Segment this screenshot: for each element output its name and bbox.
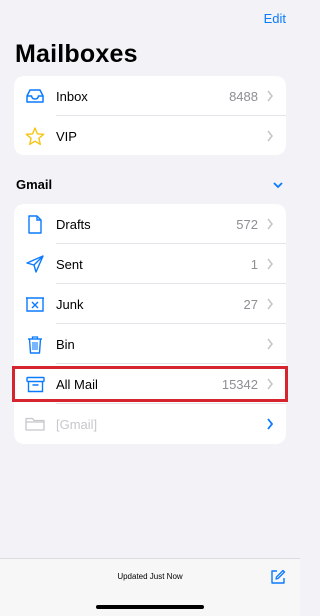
folder-icon bbox=[24, 414, 46, 434]
folder-row-bin[interactable]: Bin bbox=[14, 324, 286, 364]
page-title: Mailboxes bbox=[15, 40, 138, 68]
folder-label: Drafts bbox=[56, 216, 91, 232]
folder-label: [Gmail] bbox=[56, 416, 98, 432]
folder-label: Junk bbox=[56, 296, 84, 312]
star-icon bbox=[24, 126, 46, 146]
folder-row-sent[interactable]: Sent 1 bbox=[14, 244, 286, 284]
chevron-right-icon bbox=[267, 218, 273, 230]
folder-count: 27 bbox=[243, 296, 258, 312]
home-indicator bbox=[96, 605, 204, 609]
trash-icon bbox=[24, 334, 46, 354]
chevron-right-icon bbox=[267, 378, 273, 390]
paper-plane-icon bbox=[24, 254, 46, 274]
folder-row-junk[interactable]: Junk 27 bbox=[14, 284, 286, 324]
folder-label: All Mail bbox=[56, 376, 98, 392]
edit-button[interactable]: Edit bbox=[264, 11, 286, 26]
document-icon bbox=[24, 214, 46, 234]
chevron-right-icon bbox=[267, 90, 273, 102]
chevron-down-icon[interactable] bbox=[272, 180, 284, 190]
folder-label: Sent bbox=[56, 256, 83, 272]
gmail-folders-card: Drafts 572 Sent 1 Junk 27 Bin All Mail 1… bbox=[14, 204, 286, 444]
inbox-tray-icon bbox=[24, 86, 46, 106]
folder-count: 15342 bbox=[221, 376, 258, 392]
mailbox-row-vip[interactable]: VIP bbox=[14, 116, 286, 155]
update-status: Updated Just Now bbox=[117, 572, 183, 581]
chevron-right-icon bbox=[267, 298, 273, 310]
compose-icon[interactable] bbox=[270, 569, 286, 585]
junk-tray-icon bbox=[24, 294, 46, 314]
archive-box-icon bbox=[24, 374, 46, 394]
top-bar: Edit bbox=[0, 0, 300, 36]
chevron-right-icon bbox=[267, 258, 273, 270]
chevron-right-icon bbox=[267, 418, 274, 430]
mailbox-row-inbox[interactable]: Inbox 8488 bbox=[14, 76, 286, 116]
mailbox-count: 8488 bbox=[229, 88, 258, 104]
mailbox-label: VIP bbox=[56, 128, 77, 144]
mailbox-label: Inbox bbox=[56, 88, 88, 104]
folder-count: 572 bbox=[236, 216, 258, 232]
folder-row-all-mail[interactable]: All Mail 15342 bbox=[14, 364, 286, 404]
bottom-toolbar: Updated Just Now bbox=[0, 558, 300, 616]
folder-count: 1 bbox=[250, 256, 258, 272]
chevron-right-icon bbox=[267, 338, 273, 350]
mailboxes-card: Inbox 8488 VIP bbox=[14, 76, 286, 155]
account-section-title: Gmail bbox=[16, 177, 53, 192]
chevron-right-icon bbox=[267, 130, 273, 142]
folder-label: Bin bbox=[56, 336, 75, 352]
folder-row-drafts[interactable]: Drafts 572 bbox=[14, 204, 286, 244]
folder-row-gmail-label[interactable]: [Gmail] bbox=[14, 404, 286, 444]
